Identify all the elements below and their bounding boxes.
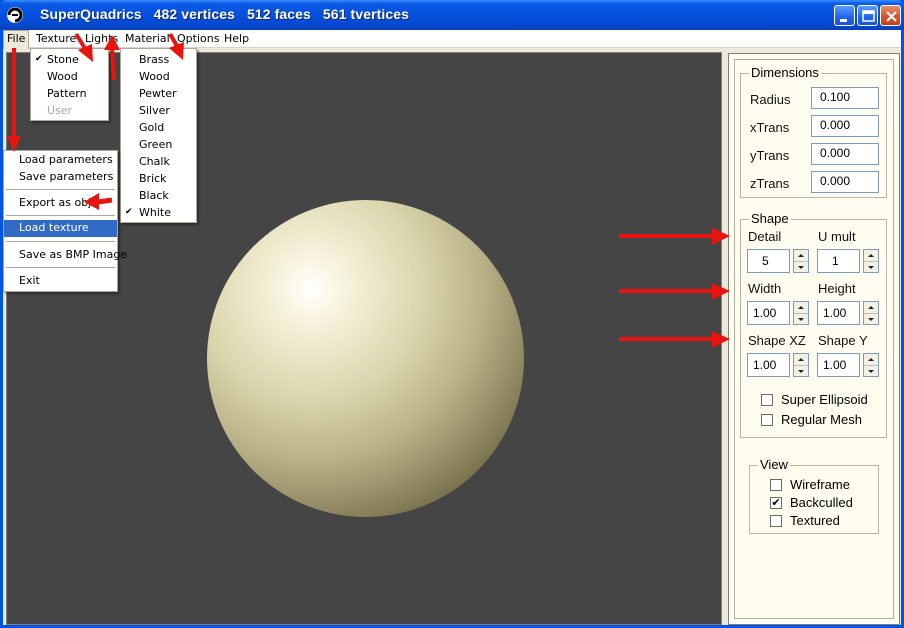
annotation-arrow-icon xyxy=(168,32,184,60)
annotation-arrow-icon xyxy=(74,32,93,62)
annotation-arrow-icon xyxy=(84,193,113,210)
annotation-arrow-icon xyxy=(619,228,730,245)
annotation-arrow-icon xyxy=(619,331,730,348)
annotation-arrow-icon xyxy=(619,283,730,300)
annotation-arrow-icon xyxy=(7,48,21,152)
annotation-arrow-icon xyxy=(104,35,120,81)
annotation-arrows xyxy=(7,32,730,348)
